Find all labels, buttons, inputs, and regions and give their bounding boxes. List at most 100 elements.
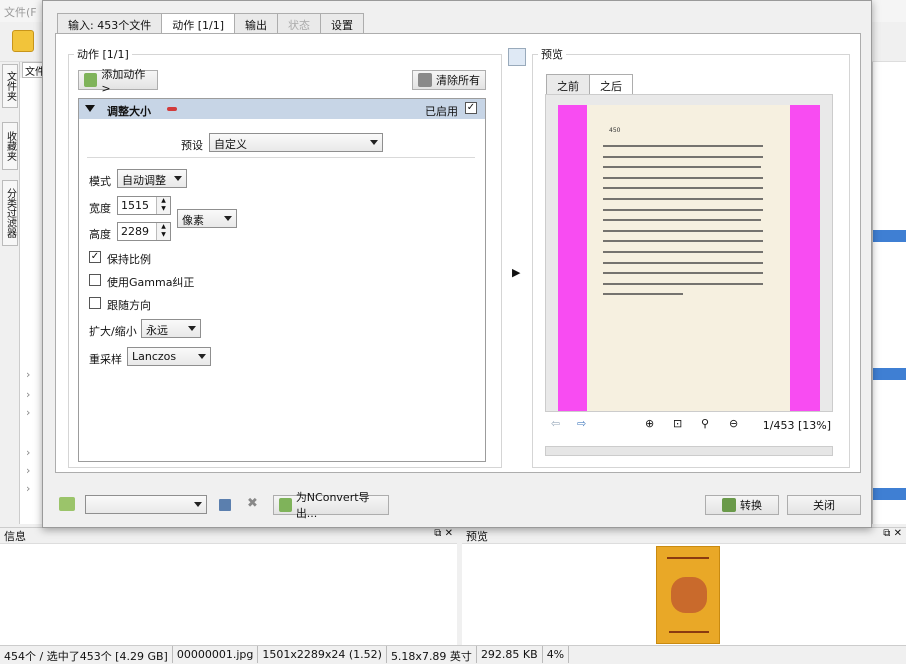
unit-value: 像素 xyxy=(182,214,204,227)
zoom-icon[interactable]: ⚲ xyxy=(701,417,709,430)
tab-input[interactable]: 输入: 453个文件 xyxy=(57,13,163,34)
thumbnail-area xyxy=(872,62,906,524)
status-print-size: 5.18x7.89 英寸 xyxy=(387,646,477,663)
arrow-right-icon: ▶ xyxy=(512,266,521,279)
tab-status[interactable]: 状态 xyxy=(277,13,321,34)
gamma-checkbox[interactable] xyxy=(89,274,101,286)
chevron-right-icon[interactable]: › xyxy=(26,482,30,495)
gamma-label: 使用Gamma纠正 xyxy=(107,276,195,289)
page-number: 450 xyxy=(609,127,621,134)
action-header: 调整大小 已启用 ✓ xyxy=(79,99,485,119)
tab-after[interactable]: 之后 xyxy=(589,74,633,95)
add-action-icon xyxy=(84,73,98,87)
convert-icon xyxy=(722,498,736,512)
chevron-down-icon xyxy=(194,502,202,507)
text-line xyxy=(603,208,763,211)
book-cover-thumbnail[interactable] xyxy=(656,546,720,644)
add-action-button[interactable]: 添加动作> xyxy=(78,68,158,95)
text-line xyxy=(603,219,761,222)
action-title: 调整大小 xyxy=(107,105,151,118)
side-tab-category-filter[interactable]: 分类过滤器 xyxy=(2,180,18,246)
preset-label: 预设 xyxy=(181,139,203,152)
text-line xyxy=(603,261,763,264)
text-line xyxy=(603,293,683,296)
export-nconvert-button[interactable]: 为NConvert导出... xyxy=(273,491,389,520)
orientation-label: 跟随方向 xyxy=(107,299,151,312)
preview-toggle-icon[interactable] xyxy=(508,48,526,66)
spin-arrows-icon[interactable]: ▲ ▼ xyxy=(156,197,170,214)
scale-select[interactable]: 永远 xyxy=(141,319,201,338)
convert-button[interactable]: 转换 xyxy=(705,495,779,515)
chevron-down-icon xyxy=(188,326,196,331)
panel-controls[interactable]: ⧉ ✕ xyxy=(434,528,453,539)
height-input[interactable]: 2289 ▲ ▼ xyxy=(117,222,171,241)
chevron-right-icon[interactable]: › xyxy=(26,406,30,419)
next-arrow-icon[interactable]: ⇨ xyxy=(577,417,586,430)
side-tab-folders[interactable]: 文件夹 xyxy=(2,64,18,108)
menu-file[interactable]: 文件(F xyxy=(4,4,37,20)
status-bar: 454个 / 选中了453个 [4.29 GB] 00000001.jpg 15… xyxy=(0,645,906,663)
app-icon[interactable] xyxy=(12,30,34,52)
unit-select[interactable]: 像素 xyxy=(177,209,237,228)
chevron-right-icon[interactable]: › xyxy=(26,388,30,401)
preview-controls: ⇦ ⇨ ⊕ ⊡ ⚲ ⊖ 1/453 [13%] xyxy=(545,415,833,435)
preview-tabs: 之前 之后 xyxy=(546,74,633,95)
prev-arrow-icon[interactable]: ⇦ xyxy=(551,417,560,430)
export-label: 为NConvert导出... xyxy=(295,491,370,520)
text-line xyxy=(603,145,763,147)
text-line xyxy=(603,198,763,200)
mode-label: 模式 xyxy=(89,175,111,188)
tab-panel: 动作 [1/1] 添加动作> 清除所有 调整大小 已启用 ✓ 预设 自定义 模式 xyxy=(55,33,861,473)
text-line xyxy=(603,176,763,179)
resample-label: 重采样 xyxy=(89,353,122,366)
text-line xyxy=(603,282,763,285)
enabled-checkbox[interactable]: ✓ xyxy=(465,102,477,114)
export-icon xyxy=(279,498,292,512)
close-button[interactable]: 关闭 xyxy=(787,495,861,515)
tab-before[interactable]: 之前 xyxy=(546,74,590,94)
preset-select[interactable]: 自定义 xyxy=(209,133,383,152)
chevron-right-icon[interactable]: › xyxy=(26,446,30,459)
width-input[interactable]: 1515 ▲ ▼ xyxy=(117,196,171,215)
dialog-tabs: 输入: 453个文件 动作 [1/1] 输出 状态 设置 xyxy=(57,13,364,35)
scale-label: 扩大/缩小 xyxy=(89,325,137,338)
panel-controls[interactable]: ⧉ ✕ xyxy=(883,528,902,539)
spin-arrows-icon[interactable]: ▲ ▼ xyxy=(156,223,170,240)
actions-group-label: 动作 [1/1] xyxy=(74,46,132,62)
save-icon[interactable] xyxy=(219,499,231,511)
tab-output[interactable]: 输出 xyxy=(234,13,278,34)
text-line xyxy=(603,166,761,169)
fit-icon[interactable]: ⊡ xyxy=(673,417,682,430)
remove-action-icon[interactable] xyxy=(167,107,177,111)
zoom-in-icon[interactable]: ⊕ xyxy=(645,417,654,430)
width-label: 宽度 xyxy=(89,202,111,215)
keep-ratio-checkbox[interactable]: ✓ xyxy=(89,251,101,263)
mode-select[interactable]: 自动调整 xyxy=(117,169,187,188)
status-filename: 00000001.jpg xyxy=(173,646,259,663)
enabled-label: 已启用 xyxy=(425,105,458,118)
chevron-right-icon[interactable]: › xyxy=(26,368,30,381)
zoom-out-icon[interactable]: ⊖ xyxy=(729,417,738,430)
orientation-checkbox[interactable] xyxy=(89,297,101,309)
delete-icon[interactable]: ✖ xyxy=(247,496,258,511)
chevron-right-icon[interactable]: › xyxy=(26,464,30,477)
clear-all-button[interactable]: 清除所有 xyxy=(412,70,486,90)
info-panel-header: 信息 ⧉ ✕ xyxy=(0,528,457,544)
chevron-down-icon xyxy=(224,216,232,221)
preview-panel-header: 预览 ⧉ ✕ xyxy=(462,528,906,544)
side-tab-favorites[interactable]: 收藏夹 xyxy=(2,122,18,170)
collapse-triangle-icon[interactable] xyxy=(85,105,95,112)
tab-settings[interactable]: 设置 xyxy=(320,13,364,34)
tab-actions[interactable]: 动作 [1/1] xyxy=(161,13,235,35)
chevron-down-icon xyxy=(174,176,182,181)
resample-select[interactable]: Lanczos xyxy=(127,347,211,366)
preview-scrollbar[interactable] xyxy=(545,446,833,456)
preview-group-label: 预览 xyxy=(538,46,566,62)
status-file-size: 292.85 KB xyxy=(477,646,543,663)
chevron-down-icon xyxy=(198,354,206,359)
folder-icon[interactable] xyxy=(59,497,75,511)
info-panel-title: 信息 xyxy=(4,530,26,543)
preset-file-select[interactable] xyxy=(85,495,207,514)
chevron-down-icon xyxy=(370,140,378,145)
selection-highlight xyxy=(873,488,906,500)
